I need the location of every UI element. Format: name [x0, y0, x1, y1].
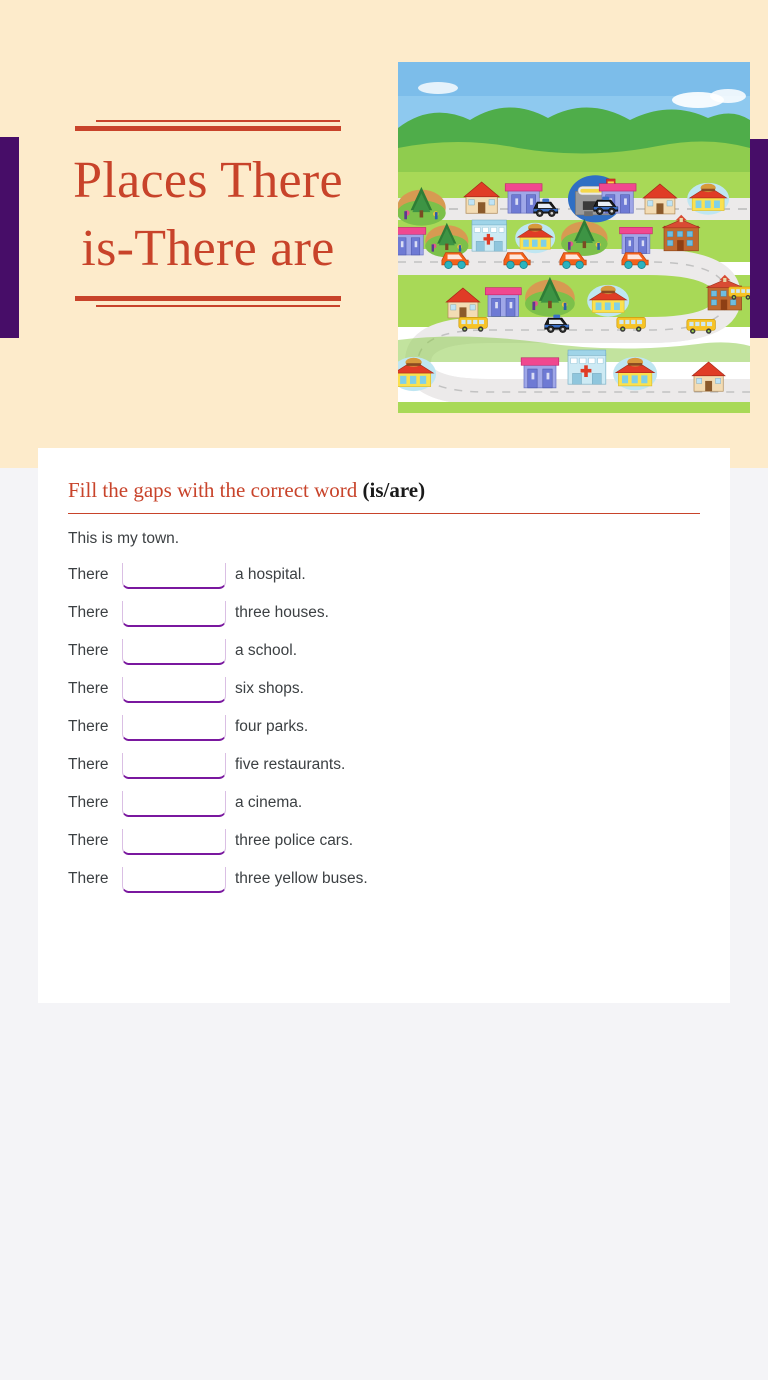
question-prefix: There	[68, 603, 109, 621]
title-rule-thin-top	[96, 120, 340, 122]
answer-blank-5[interactable]	[122, 714, 226, 741]
question-prefix: There	[68, 679, 109, 697]
answer-blank-6[interactable]	[122, 752, 226, 779]
question-prefix: There	[68, 755, 109, 773]
decorative-bar-left	[0, 137, 19, 338]
answer-blank-3[interactable]	[122, 638, 226, 665]
question-prefix: There	[68, 641, 109, 659]
question-suffix: three police cars.	[235, 831, 354, 849]
page-title-line-2: is-There are	[81, 219, 335, 277]
question-prefix: There	[68, 831, 109, 849]
decorative-bar-right	[749, 139, 768, 338]
header-band: Places There is-There are	[0, 0, 768, 468]
question-row: There six shops.	[68, 676, 700, 715]
question-row: There three yellow buses.	[68, 866, 700, 905]
instruction-divider	[68, 513, 700, 514]
title-rule-thick-top	[75, 126, 341, 131]
question-row: There a school.	[68, 638, 700, 677]
answer-blank-7[interactable]	[122, 790, 226, 817]
worksheet-card-inner: Fill the gaps with the correct word (is/…	[38, 448, 730, 905]
question-row: There three houses.	[68, 600, 700, 639]
question-row: There a hospital.	[68, 562, 700, 601]
question-row: There three police cars.	[68, 828, 700, 867]
question-row: There a cinema.	[68, 790, 700, 829]
question-suffix: five restaurants.	[235, 755, 346, 773]
question-suffix: a cinema.	[235, 793, 303, 811]
answer-blank-9[interactable]	[122, 866, 226, 893]
question-suffix: three yellow buses.	[235, 869, 368, 887]
intro-sentence: This is my town.	[68, 530, 180, 547]
instruction-heading: Fill the gaps with the correct word (is/…	[68, 478, 700, 513]
question-prefix: There	[68, 793, 109, 811]
answer-blank-8[interactable]	[122, 828, 226, 855]
title-rule-thick-bottom	[75, 296, 341, 302]
answer-blank-4[interactable]	[122, 676, 226, 703]
question-suffix: four parks.	[235, 717, 309, 735]
worksheet-card: Fill the gaps with the correct word (is/…	[38, 448, 730, 1003]
answer-blank-1[interactable]	[122, 562, 226, 589]
page-title: Places There is-There are	[20, 147, 396, 282]
question-row: There five restaurants.	[68, 752, 700, 791]
instruction-text: Fill the gaps with the correct word	[68, 478, 363, 502]
question-prefix: There	[68, 565, 109, 583]
town-illustration	[398, 62, 750, 413]
page-title-line-1: Places There	[73, 152, 343, 209]
question-suffix: six shops.	[235, 679, 304, 697]
instruction-hint: (is/are)	[362, 478, 426, 502]
title-block: Places There is-There are	[20, 120, 396, 308]
question-prefix: There	[68, 869, 109, 887]
question-row: There four parks.	[68, 714, 700, 753]
question-list: There a hospital. There three houses. Th…	[68, 562, 700, 905]
question-suffix: a school.	[235, 641, 298, 659]
title-rule-thin-bottom	[96, 305, 340, 308]
question-suffix: a hospital.	[235, 565, 306, 583]
answer-blank-2[interactable]	[122, 600, 226, 627]
question-prefix: There	[68, 717, 109, 735]
question-suffix: three houses.	[235, 603, 329, 621]
